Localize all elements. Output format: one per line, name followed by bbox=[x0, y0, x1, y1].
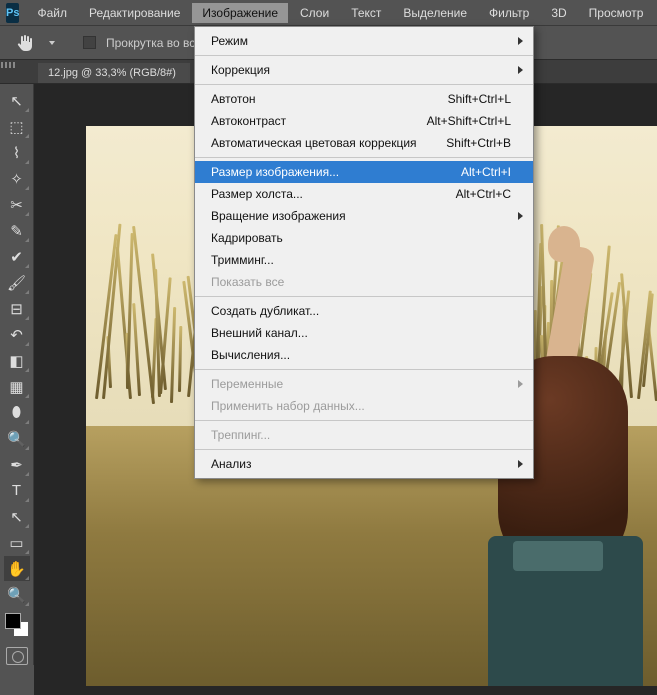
type-tool[interactable]: T bbox=[4, 478, 30, 503]
menu-text[interactable]: Текст bbox=[341, 3, 391, 23]
menu-item-label: Создать дубликат... bbox=[211, 304, 319, 318]
app-logo: Ps bbox=[6, 3, 19, 23]
image-menu-dropdown: Режим Коррекция Автотон Shift+Ctrl+L Автокон… bbox=[194, 26, 534, 479]
hand-tool-icon[interactable] bbox=[14, 32, 36, 54]
menu-shortcut: Alt+Ctrl+C bbox=[456, 187, 511, 201]
menu-item[interactable]: Внешний канал... bbox=[195, 322, 533, 344]
menu-item-label: Переменные bbox=[211, 377, 283, 391]
tools-panel: ↖⬚⌇✧✂✎✔🖌⊟↶◧▦⬮🔍✒T↖▭✋🔍 bbox=[0, 84, 34, 665]
gradient-tool[interactable]: ▦ bbox=[4, 374, 30, 399]
menu-item-label: Применить набор данных... bbox=[211, 399, 365, 413]
menu-item[interactable]: Автоматическая цветовая коррекция Shift+C… bbox=[195, 132, 533, 154]
hand-tool[interactable]: ✋ bbox=[4, 556, 30, 581]
menu-item[interactable]: Размер изображения... Alt+Ctrl+I bbox=[195, 161, 533, 183]
menu-item[interactable]: Вращение изображения bbox=[195, 205, 533, 227]
quick-mask-toggle[interactable] bbox=[6, 647, 28, 665]
menu-item[interactable]: Вычисления... bbox=[195, 344, 533, 366]
scroll-all-windows-checkbox[interactable] bbox=[83, 36, 96, 49]
menu-filter[interactable]: Фильтр bbox=[479, 3, 539, 23]
menu-item-label: Автотон bbox=[211, 92, 256, 106]
menu-item-label: Внешний канал... bbox=[211, 326, 308, 340]
menu-item: Переменные bbox=[195, 373, 533, 395]
crop-tool[interactable]: ✂ bbox=[4, 192, 30, 217]
eyedropper-tool[interactable]: ✎ bbox=[4, 218, 30, 243]
menu-item-label: Анализ bbox=[211, 457, 252, 471]
menu-select[interactable]: Выделение bbox=[393, 3, 477, 23]
menu-item-label: Тримминг... bbox=[211, 253, 274, 267]
menu-item[interactable]: Автотон Shift+Ctrl+L bbox=[195, 88, 533, 110]
path-selection-tool[interactable]: ↖ bbox=[4, 504, 30, 529]
menu-edit[interactable]: Редактирование bbox=[79, 3, 190, 23]
healing-brush-tool[interactable]: ✔ bbox=[4, 244, 30, 269]
menu-item[interactable]: Кадрировать bbox=[195, 227, 533, 249]
tool-preset-dropdown-icon[interactable] bbox=[49, 41, 55, 45]
menu-item[interactable]: Режим bbox=[195, 30, 533, 52]
ruler-origin bbox=[0, 60, 36, 70]
menu-item-label: Размер изображения... bbox=[211, 165, 339, 179]
brush-tool[interactable]: 🖌 bbox=[4, 270, 30, 295]
menu-shortcut: Shift+Ctrl+B bbox=[446, 136, 511, 150]
pen-tool[interactable]: ✒ bbox=[4, 452, 30, 477]
zoom-tool[interactable]: 🔍 bbox=[4, 582, 30, 607]
menu-item-label: Автоконтраст bbox=[211, 114, 286, 128]
menu-item[interactable]: Коррекция bbox=[195, 59, 533, 81]
menu-shortcut: Alt+Shift+Ctrl+L bbox=[427, 114, 511, 128]
color-swatches[interactable] bbox=[4, 612, 30, 638]
menu-item-label: Вращение изображения bbox=[211, 209, 346, 223]
menu-view[interactable]: Просмотр bbox=[579, 3, 654, 23]
menu-item: Показать все bbox=[195, 271, 533, 293]
menu-item-label: Автоматическая цветовая коррекция bbox=[211, 136, 417, 150]
menu-item-label: Показать все bbox=[211, 275, 284, 289]
blur-tool[interactable]: ⬮ bbox=[4, 400, 30, 425]
menu-item[interactable]: Создать дубликат... bbox=[195, 300, 533, 322]
history-brush-tool[interactable]: ↶ bbox=[4, 322, 30, 347]
menubar: Ps Файл Редактирование Изображение Слои … bbox=[0, 0, 657, 26]
menu-item: Применить набор данных... bbox=[195, 395, 533, 417]
menu-image[interactable]: Изображение bbox=[192, 3, 288, 23]
menu-item: Треппинг... bbox=[195, 424, 533, 446]
menu-item[interactable]: Тримминг... bbox=[195, 249, 533, 271]
menu-item-label: Коррекция bbox=[211, 63, 270, 77]
menu-item[interactable]: Размер холста... Alt+Ctrl+C bbox=[195, 183, 533, 205]
menu-3d[interactable]: 3D bbox=[541, 3, 576, 23]
rectangle-tool[interactable]: ▭ bbox=[4, 530, 30, 555]
menu-file[interactable]: Файл bbox=[27, 3, 77, 23]
marquee-tool[interactable]: ⬚ bbox=[4, 114, 30, 139]
dodge-tool[interactable]: 🔍 bbox=[4, 426, 30, 451]
menu-layers[interactable]: Слои bbox=[290, 3, 339, 23]
menu-item[interactable]: Анализ bbox=[195, 453, 533, 475]
document-tab[interactable]: 12.jpg @ 33,3% (RGB/8#) bbox=[38, 63, 190, 83]
menu-item-label: Треппинг... bbox=[211, 428, 270, 442]
menu-item-label: Вычисления... bbox=[211, 348, 290, 362]
menu-shortcut: Alt+Ctrl+I bbox=[461, 165, 511, 179]
magic-wand-tool[interactable]: ✧ bbox=[4, 166, 30, 191]
menu-item-label: Режим bbox=[211, 34, 248, 48]
menu-shortcut: Shift+Ctrl+L bbox=[448, 92, 511, 106]
menu-item-label: Кадрировать bbox=[211, 231, 283, 245]
move-tool[interactable]: ↖ bbox=[4, 88, 30, 113]
menu-item[interactable]: Автоконтраст Alt+Shift+Ctrl+L bbox=[195, 110, 533, 132]
stamp-tool[interactable]: ⊟ bbox=[4, 296, 30, 321]
lasso-tool[interactable]: ⌇ bbox=[4, 140, 30, 165]
menu-item-label: Размер холста... bbox=[211, 187, 303, 201]
eraser-tool[interactable]: ◧ bbox=[4, 348, 30, 373]
